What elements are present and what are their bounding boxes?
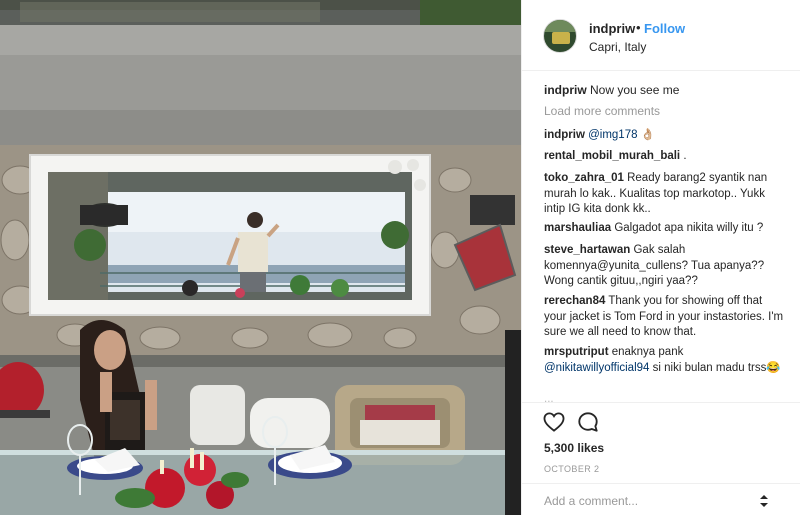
- avatar[interactable]: [543, 19, 577, 53]
- add-comment-section: [522, 483, 800, 515]
- comment-text: 👌🏼: [637, 129, 656, 141]
- follow-button[interactable]: Follow: [644, 21, 685, 36]
- more-options-icon[interactable]: [758, 494, 770, 508]
- comment-text: enaknya pank: [608, 346, 684, 358]
- caption-username[interactable]: indpriw: [544, 83, 587, 97]
- caption-text: Now you see me: [590, 83, 680, 97]
- comment-item: marshauliaa Galgadot apa nikita willy it…: [544, 221, 784, 237]
- comment-text: .: [680, 150, 687, 162]
- heart-icon[interactable]: [543, 412, 565, 432]
- comment-item: indpriw @img178 👌🏼: [544, 128, 784, 144]
- comment-username[interactable]: marshauliaa: [544, 222, 611, 234]
- post-location[interactable]: Capri, Italy: [589, 40, 646, 54]
- post-actions: 5,300 likes OCTOBER 2: [522, 402, 800, 482]
- comment-mention[interactable]: @nikitawillyofficial94: [544, 362, 649, 374]
- comment-item: mrsputriput enaknya pank @nikitawillyoff…: [544, 345, 784, 376]
- likes-count[interactable]: 5,300 likes: [544, 441, 604, 455]
- comment-username[interactable]: rental_mobil_murah_bali: [544, 150, 680, 162]
- avatar-image: [544, 20, 576, 32]
- post-date[interactable]: OCTOBER 2: [544, 464, 599, 474]
- comment-username[interactable]: mrsputriput: [544, 346, 609, 358]
- post-side-panel: indpriw • Follow Capri, Italy indpriw No…: [521, 0, 800, 515]
- comment-text: Galgadot apa nikita willy itu ?: [611, 222, 764, 234]
- comment-username[interactable]: rerechan84: [544, 295, 605, 307]
- comment-item-partial: ...: [544, 393, 554, 402]
- comment-mention[interactable]: @img178: [588, 129, 637, 141]
- add-comment-input[interactable]: [544, 491, 744, 511]
- comment-text: si niki bulan madu trss😂: [649, 361, 781, 374]
- comment-username[interactable]: steve_hartawan: [544, 244, 630, 256]
- load-more-comments-button[interactable]: Load more comments: [544, 104, 660, 118]
- post-photo[interactable]: [0, 0, 521, 515]
- post-caption: indpriw Now you see me: [544, 82, 784, 98]
- comment-bubble-icon[interactable]: [577, 411, 599, 433]
- comment-item: toko_zahra_01 Ready barang2 syantik nan …: [544, 171, 784, 218]
- comments-list[interactable]: indpriw Now you see me Load more comment…: [522, 72, 800, 402]
- separator-dot: •: [636, 20, 641, 35]
- post-username[interactable]: indpriw: [589, 21, 635, 36]
- comment-username[interactable]: toko_zahra_01: [544, 172, 624, 184]
- post-photo-image: [0, 0, 521, 515]
- avatar-image-detail: [552, 32, 570, 44]
- comment-username[interactable]: indpriw: [544, 129, 585, 141]
- comment-item: rental_mobil_murah_bali .: [544, 149, 784, 165]
- comment-item: steve_hartawan Gak salah komennya@yunita…: [544, 243, 784, 290]
- post-header: indpriw • Follow Capri, Italy: [522, 0, 800, 71]
- comment-item: rerechan84 Thank you for showing off tha…: [544, 294, 784, 341]
